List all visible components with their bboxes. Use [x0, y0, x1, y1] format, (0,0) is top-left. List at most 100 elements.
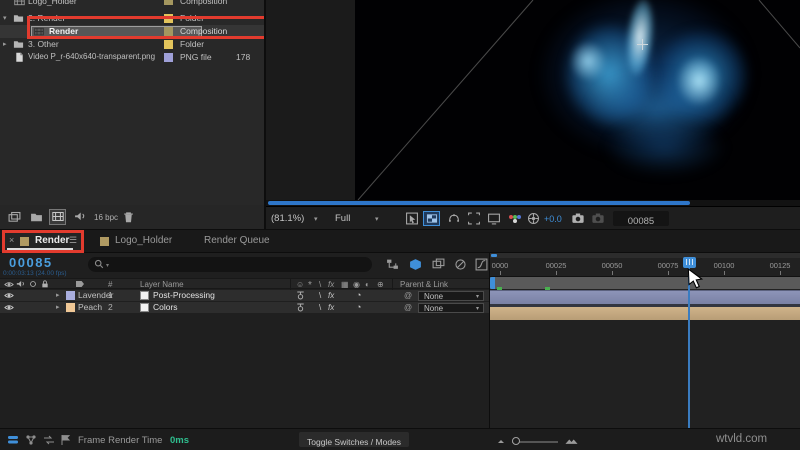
- layer-row-post-processing[interactable]: ▸ Lavender 1 Post-Processing \ fx ◔ @ No…: [0, 290, 490, 301]
- composition-viewport[interactable]: [355, 0, 800, 200]
- divider-vertical-timeline[interactable]: [489, 253, 490, 428]
- playhead-line[interactable]: [688, 268, 690, 428]
- twirl-icon[interactable]: ▸: [56, 302, 60, 313]
- label-color-name[interactable]: Peach: [78, 301, 102, 313]
- proportional-grid-icon[interactable]: [487, 212, 501, 225]
- layer-name-column-header[interactable]: Layer Name: [140, 280, 184, 289]
- mini-flowchart-icon[interactable]: [386, 258, 399, 271]
- current-time-display[interactable]: 00085 0:00:03:13 (24.00 fps): [0, 253, 86, 278]
- timeline-zoom-slider-knob[interactable]: [512, 437, 520, 445]
- resolution-dropdown[interactable]: Full: [335, 213, 350, 224]
- project-row-partial[interactable]: Logo_Holder Composition: [0, 0, 265, 7]
- transparency-grid-button[interactable]: [423, 211, 440, 226]
- panel-menu-icon[interactable]: ☰: [69, 235, 77, 246]
- hide-shy-layers-icon[interactable]: [432, 258, 445, 271]
- network-status-icon[interactable]: [25, 434, 37, 446]
- layer-bar-colors[interactable]: [490, 307, 800, 320]
- video-column-eye-icon[interactable]: [4, 280, 14, 289]
- anchor-point-crosshair[interactable]: [637, 39, 648, 50]
- layer-name[interactable]: Post-Processing: [153, 289, 215, 301]
- tab-render[interactable]: × Render ☰: [3, 231, 82, 252]
- parent-dropdown[interactable]: None ▾: [418, 302, 484, 313]
- layer-bar-post-processing[interactable]: [490, 290, 800, 304]
- label-color-chip[interactable]: [164, 0, 173, 5]
- solo-column-icon[interactable]: [28, 279, 38, 289]
- twirl-icon[interactable]: ▸: [56, 290, 60, 301]
- label-color-chip[interactable]: [164, 27, 173, 36]
- effect-switch-icon[interactable]: fx: [328, 279, 334, 290]
- divider-vertical-project-comp[interactable]: [264, 0, 266, 230]
- quality-switch-icon[interactable]: \: [319, 279, 321, 290]
- track-empty-area[interactable]: [490, 320, 800, 428]
- layer-name[interactable]: Colors: [153, 301, 178, 313]
- effect-switch[interactable]: fx: [328, 290, 334, 301]
- tab-logo-holder[interactable]: Logo_Holder: [94, 231, 189, 252]
- project-row-folder-render[interactable]: ▾ 2. Render Folder: [0, 12, 265, 25]
- tab-render-queue[interactable]: Render Queue: [196, 231, 286, 252]
- exposure-icon[interactable]: [527, 212, 540, 225]
- render-status-icon[interactable]: [7, 434, 19, 446]
- project-row-folder-other[interactable]: ▸ 3. Other Folder: [0, 38, 265, 51]
- timecode-frames[interactable]: 00085: [9, 255, 53, 270]
- grid-guides-options-icon[interactable]: [405, 212, 419, 225]
- navigator-handle[interactable]: [491, 254, 497, 257]
- layer-row-colors[interactable]: ▸ Peach 2 Colors \ fx ◔ @ None ▾: [0, 302, 490, 313]
- chevron-down-icon[interactable]: ▾: [314, 214, 318, 225]
- time-ruler[interactable]: 0000 00025 00050 00075 00100 00125: [490, 258, 800, 277]
- quality-switch[interactable]: \: [319, 302, 321, 313]
- graph-editor-icon[interactable]: [475, 258, 488, 271]
- trash-icon[interactable]: [122, 211, 135, 224]
- close-icon[interactable]: ×: [9, 235, 14, 246]
- motion-blur-switch-icon[interactable]: ◉: [353, 279, 360, 290]
- parent-link-column-header[interactable]: Parent & Link: [400, 280, 448, 289]
- work-area-start-handle[interactable]: [490, 277, 495, 289]
- pickwhip-icon[interactable]: @: [404, 302, 412, 313]
- 3d-layer-switch-icon[interactable]: ⊕: [377, 279, 384, 290]
- label-color-chip[interactable]: [66, 291, 75, 300]
- label-color-chip[interactable]: [164, 53, 173, 62]
- color-depth-button[interactable]: 16 bpc: [94, 212, 118, 224]
- quality-switch[interactable]: \: [319, 290, 321, 301]
- collapse-switch-icon[interactable]: [295, 302, 306, 313]
- parent-dropdown[interactable]: None ▾: [418, 290, 484, 301]
- disclosure-collapsed-icon[interactable]: ▸: [3, 39, 7, 50]
- new-composition-button[interactable]: [49, 209, 66, 225]
- motion-blur-switch[interactable]: ◔: [356, 302, 361, 313]
- rename-field[interactable]: Render: [31, 25, 202, 37]
- snapshot-camera-icon[interactable]: [571, 212, 585, 225]
- exposure-value[interactable]: +0.0: [544, 214, 562, 224]
- adjustment-layer-switch-icon[interactable]: ◐: [365, 279, 370, 290]
- search-options-caret-icon[interactable]: ▾: [106, 261, 109, 272]
- search-field[interactable]: ▾: [88, 257, 372, 272]
- lock-column-icon[interactable]: [40, 279, 50, 289]
- label-color-chip[interactable]: [66, 303, 75, 312]
- playhead-handle[interactable]: [683, 257, 696, 268]
- magnification-dropdown[interactable]: (81.1%): [271, 213, 304, 224]
- disclosure-expanded-icon[interactable]: ▾: [3, 13, 7, 24]
- work-area-bar[interactable]: [490, 277, 800, 289]
- draft-3d-icon[interactable]: [409, 258, 422, 271]
- interpret-footage-icon[interactable]: [8, 211, 21, 224]
- viewer-hscrollbar-thumb[interactable]: [268, 201, 690, 205]
- new-folder-icon[interactable]: [30, 211, 43, 224]
- chevron-down-icon[interactable]: ▾: [375, 214, 379, 225]
- eye-icon[interactable]: [4, 291, 14, 300]
- flag-icon[interactable]: [60, 434, 72, 446]
- label-color-chip[interactable]: [164, 14, 173, 23]
- project-row-png[interactable]: Video P_r-640x640-transparent.png PNG fi…: [0, 51, 265, 64]
- toggle-switches-modes-button[interactable]: Toggle Switches / Modes: [299, 432, 410, 447]
- eye-icon[interactable]: [4, 303, 14, 312]
- label-column-tag-icon[interactable]: [76, 281, 84, 287]
- motion-blur-switch[interactable]: ◔: [356, 290, 361, 301]
- effect-switch[interactable]: fx: [328, 302, 334, 313]
- zoom-in-mountains-icon[interactable]: [565, 434, 578, 445]
- collapse-switch-icon[interactable]: [295, 290, 306, 301]
- channel-selector-icon[interactable]: [509, 215, 521, 223]
- number-column-header[interactable]: #: [108, 280, 112, 289]
- shy-switch-icon[interactable]: ☺: [296, 279, 304, 290]
- zoom-out-mountain-icon[interactable]: [496, 435, 506, 445]
- pickwhip-icon[interactable]: @: [404, 290, 412, 301]
- project-settings-icon[interactable]: [74, 211, 87, 224]
- data-flow-icon[interactable]: [43, 434, 55, 446]
- region-of-interest-icon[interactable]: [467, 212, 481, 225]
